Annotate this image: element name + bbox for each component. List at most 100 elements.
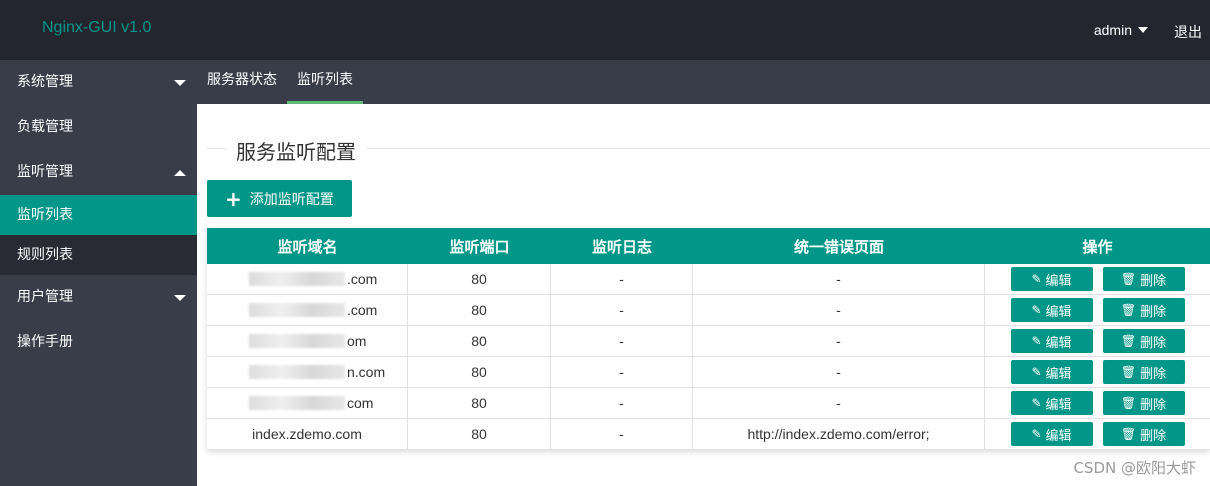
domain-text: com [347,395,374,411]
sidebar-subitem-label: 规则列表 [17,247,73,263]
domain-text: om [347,333,367,349]
trash-icon: 🗑 [1120,272,1137,286]
tab-listen-list[interactable]: 监听列表 [287,60,363,104]
redacted-text [249,334,345,348]
port-cell: 80 [408,295,551,325]
edit-button[interactable]: ✎ 编辑 [1010,298,1093,322]
table-row: index.zdemo.com 80 - http://index.zdemo.… [207,419,1210,450]
sidebar-item-label: 操作手册 [17,334,73,350]
user-name: admin [1093,22,1132,38]
chevron-up-icon [174,170,186,176]
delete-button[interactable]: 🗑 删除 [1102,422,1185,446]
tab-bar: 服务器状态 监听列表 [197,60,1210,104]
domain-cell: index.zdemo.com [207,419,408,449]
column-header: 操作 [1082,237,1113,256]
error-page-cell: - [693,357,985,387]
redacted-text [249,303,345,317]
column-header: 统一错误页面 [793,237,884,256]
sidebar-item-label: 系统管理 [17,74,73,90]
port-cell: 80 [408,326,551,356]
actions-cell: ✎ 编辑 🗑 删除 [985,388,1210,418]
sidebar-item-label: 用户管理 [17,289,73,305]
user-menu[interactable]: admin [1094,22,1148,38]
button-label: 删除 [1140,365,1167,381]
sidebar-item-user[interactable]: 用户管理 [0,275,197,320]
error-page-cell: - [693,295,985,325]
actions-cell: ✎ 编辑 🗑 删除 [985,357,1210,387]
actions-cell: ✎ 编辑 🗑 删除 [985,264,1210,294]
log-cell: - [551,388,693,418]
button-label: 编辑 [1045,427,1072,443]
domain-text: .com [347,302,378,318]
table-row: om 80 - - ✎ 编辑 🗑 删除 [207,326,1210,357]
sidebar-item-label: 监听管理 [17,164,73,180]
delete-button[interactable]: 🗑 删除 [1102,298,1185,322]
domain-cell: om [207,326,408,356]
sidebar-subitem-rule-list[interactable]: 规则列表 [0,235,197,275]
redacted-text [249,365,345,379]
chevron-down-icon [174,295,186,301]
button-label: 编辑 [1045,365,1072,381]
port-cell: 80 [408,357,551,387]
divider [367,148,1210,149]
sidebar-submenu: 监听列表 规则列表 [0,195,197,275]
edit-button[interactable]: ✎ 编辑 [1010,329,1093,353]
delete-button[interactable]: 🗑 删除 [1102,360,1185,384]
port-cell: 80 [408,264,551,294]
edit-button[interactable]: ✎ 编辑 [1010,391,1093,415]
actions-cell: ✎ 编辑 🗑 删除 [985,419,1210,449]
button-label: 删除 [1140,334,1167,350]
button-label: 编辑 [1045,396,1072,412]
divider [207,148,227,149]
table-row: .com 80 - - ✎ 编辑 🗑 删除 [207,264,1210,295]
main-content: 服务监听配置 + 添加监听配置 监听域名 监听端口 监听日志 统一错误页面 操作… [197,104,1210,486]
delete-button[interactable]: 🗑 删除 [1102,391,1185,415]
table-row: .com 80 - - ✎ 编辑 🗑 删除 [207,295,1210,326]
domain-cell: .com [207,295,408,325]
error-page-cell: - [693,326,985,356]
delete-button[interactable]: 🗑 删除 [1102,329,1185,353]
edit-icon: ✎ [1031,303,1042,317]
trash-icon: 🗑 [1120,427,1137,441]
table-row: com 80 - - ✎ 编辑 🗑 删除 [207,388,1210,419]
error-page-cell: http://index.zdemo.com/error; [693,419,985,449]
error-page-cell: - [693,264,985,294]
trash-icon: 🗑 [1120,334,1137,348]
top-header: Nginx-GUI v1.0 admin 退出 [0,0,1210,60]
error-page-cell: - [693,388,985,418]
edit-button[interactable]: ✎ 编辑 [1010,360,1093,384]
domain-cell: .com [207,264,408,294]
sidebar-item-manual[interactable]: 操作手册 [0,320,197,365]
sidebar-item-load[interactable]: 负载管理 [0,105,197,150]
trash-icon: 🗑 [1120,303,1137,317]
edit-icon: ✎ [1031,365,1042,379]
chevron-down-icon [174,80,186,86]
redacted-text [249,272,345,286]
log-cell: - [551,326,693,356]
table-row: n.com 80 - - ✎ 编辑 🗑 删除 [207,357,1210,388]
column-header: 监听域名 [277,237,338,256]
trash-icon: 🗑 [1120,396,1137,410]
listen-table: 监听域名 监听端口 监听日志 统一错误页面 操作 .com 80 - - ✎ 编辑… [207,228,1210,450]
column-header: 监听日志 [591,237,652,256]
edit-icon: ✎ [1031,272,1042,286]
delete-button[interactable]: 🗑 删除 [1102,267,1185,291]
actions-cell: ✎ 编辑 🗑 删除 [985,295,1210,325]
edit-button[interactable]: ✎ 编辑 [1010,422,1093,446]
app-logo[interactable]: Nginx-GUI v1.0 [42,19,151,37]
port-cell: 80 [408,419,551,449]
add-listen-config-button[interactable]: + 添加监听配置 [207,180,352,217]
button-label: 删除 [1140,427,1167,443]
logout-link[interactable]: 退出 [1174,22,1202,42]
sidebar-item-system[interactable]: 系统管理 [0,60,197,105]
column-header: 监听端口 [449,237,510,256]
tab-server-status[interactable]: 服务器状态 [207,60,277,104]
watermark: CSDN @欧阳大虾 [1073,459,1196,477]
sidebar-item-listen[interactable]: 监听管理 [0,150,197,195]
domain-cell: com [207,388,408,418]
button-label: 删除 [1140,396,1167,412]
sidebar-subitem-listen-list[interactable]: 监听列表 [0,195,197,235]
redacted-text [249,396,345,410]
edit-button[interactable]: ✎ 编辑 [1010,267,1093,291]
tab-label: 监听列表 [297,72,353,88]
